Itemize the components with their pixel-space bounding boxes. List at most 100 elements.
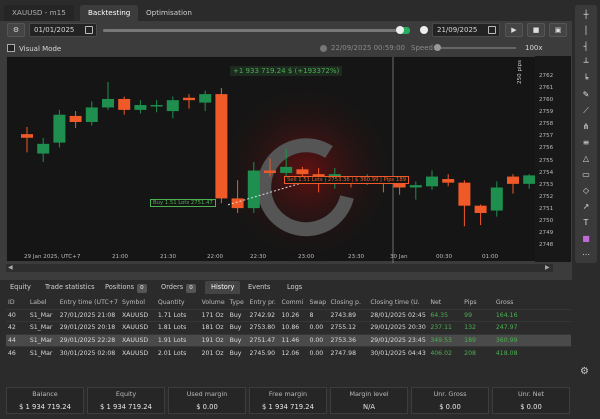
crosshair-tool-icon[interactable]: ┼ — [579, 8, 593, 22]
table-cell: 2753.36 — [328, 333, 369, 347]
tab-equity[interactable]: Equity — [4, 281, 37, 294]
positions-count-badge: 0 — [137, 284, 147, 293]
table-cell: 11.46 — [279, 333, 308, 347]
speed-slider[interactable] — [436, 47, 516, 49]
stop-button[interactable]: ■ — [527, 23, 545, 37]
arrow-tool-icon[interactable]: ↗ — [579, 200, 593, 214]
column-header[interactable]: Gross — [494, 297, 571, 309]
tab-events[interactable]: Events — [242, 281, 276, 294]
buy-trade-label: Buy 1.51 Lots 2751.47 — [150, 199, 216, 207]
column-header[interactable]: Commi — [280, 297, 308, 309]
rectangle-tool-icon[interactable]: ▭ — [579, 168, 593, 182]
vertical-line-tool-icon[interactable]: │ — [579, 24, 593, 38]
tab-label: Orders — [161, 283, 184, 291]
column-header[interactable]: Type — [228, 297, 248, 309]
tab-logs[interactable]: Logs — [281, 281, 308, 294]
table-cell: 2753.80 — [247, 321, 280, 334]
column-header[interactable]: Pips — [462, 297, 494, 309]
table-row[interactable]: 46 S1_Mar 30/01/2025 02:08 XAUUSD 2.01 Lots 2… — [6, 346, 571, 359]
table-cell: S1_Mar — [27, 346, 58, 359]
ray-tool-icon[interactable]: ╘ — [579, 72, 593, 86]
table-cell: 42 — [6, 321, 28, 334]
y-tick-label: 2761 — [539, 84, 554, 91]
column-header[interactable]: Closing time (U. — [368, 297, 428, 309]
table-row[interactable]: 44 S1_Mar 29/01/2025 22:28 XAUUSD 1.91 Lots 1… — [6, 333, 571, 347]
timeline-end-handle[interactable] — [420, 26, 428, 34]
column-header[interactable]: Quantity — [156, 297, 200, 309]
table-cell: Buy — [227, 333, 248, 347]
table-cell: 201 Oz — [199, 346, 228, 359]
save-button[interactable]: ▣ — [549, 23, 567, 37]
end-date-field[interactable]: 21/09/2025 — [432, 23, 500, 37]
line-segment-tool-icon[interactable]: ┴ — [579, 56, 593, 70]
table-cell: 10.86 — [279, 321, 308, 334]
column-header[interactable]: Closing p. — [328, 297, 368, 309]
column-header[interactable]: Symbol — [120, 297, 156, 309]
speed-handle[interactable] — [434, 44, 441, 51]
candle-body — [507, 176, 519, 184]
chart-scrollbar[interactable] — [6, 264, 553, 272]
table-cell: 1.71 Lots — [155, 308, 200, 322]
column-header[interactable]: Label — [28, 297, 58, 309]
table-cell: Buy — [227, 308, 248, 322]
column-header[interactable]: Net — [428, 297, 462, 309]
table-cell: Buy — [227, 321, 248, 334]
timeline-handle[interactable] — [396, 26, 404, 34]
fibonacci-tool-icon[interactable]: ≡ — [579, 136, 593, 150]
scroll-left-icon[interactable]: ◀ — [8, 264, 13, 271]
table-cell: 2745.90 — [247, 346, 280, 359]
triangle-tool-icon[interactable]: △ — [579, 152, 593, 166]
pitchfork-tool-icon[interactable]: ⋔ — [579, 120, 593, 134]
scroll-right-icon[interactable]: ▶ — [545, 264, 550, 271]
summary-unr-gross: Unr. Gross $ 0.00 — [411, 387, 489, 414]
candle-body — [296, 169, 309, 175]
y-tick-label: 2754 — [539, 169, 554, 176]
y-tick-label: 2750 — [539, 218, 554, 225]
table-cell: 28/01/2025 02:45 — [368, 308, 429, 322]
table-settings-icon[interactable]: ⚙ — [580, 366, 589, 377]
column-header[interactable]: Entry time (UTC+7 — [58, 297, 120, 309]
tab-positions[interactable]: Positions 0 — [99, 281, 153, 294]
tab-orders[interactable]: Orders 0 — [155, 281, 202, 294]
table-cell: 0.00 — [307, 321, 329, 334]
ellipse-tool-icon[interactable]: ◇ — [579, 184, 593, 198]
table-cell: XAUUSD — [119, 333, 156, 347]
price-chart[interactable] — [6, 56, 553, 267]
tab-backtesting[interactable]: Backtesting — [80, 5, 139, 21]
more-tools-icon[interactable]: ⋯ — [579, 248, 593, 262]
settings-button[interactable]: ⚙ — [7, 23, 25, 37]
price-axis[interactable]: 2762 2761 2760 2759 2758 2757 2756 2755 2754 2753… — [535, 56, 571, 262]
table-row[interactable]: 40 S1_Mar 27/01/2025 21:08 XAUUSD 1.71 Lots 1… — [6, 308, 571, 322]
pencil-tool-icon[interactable]: ✎ — [579, 88, 593, 102]
tab-optimisation-label: Optimisation — [146, 8, 192, 17]
tab-optimisation[interactable]: Optimisation — [138, 5, 200, 21]
play-button[interactable]: ▶ — [505, 23, 523, 37]
visual-mode-label: Visual Mode — [19, 45, 62, 53]
x-tick-label: 23:30 — [348, 254, 365, 260]
text-tool-icon[interactable]: T — [579, 216, 593, 230]
visual-mode-toggle[interactable]: Visual Mode — [7, 44, 61, 53]
x-tick-label: 29 Jan 2025, UTC+7 — [24, 254, 81, 260]
y-tick-label: 2759 — [539, 109, 554, 116]
table-cell: 2.01 Lots — [155, 346, 200, 359]
column-header[interactable]: Swap — [307, 297, 328, 309]
table-row[interactable]: 42 S1_Mar 29/01/2025 20:18 XAUUSD 1.81 Lots 1… — [6, 321, 571, 334]
tab-label: Trade statistics — [45, 283, 95, 291]
start-date-field[interactable]: 01/01/2025 — [29, 23, 97, 37]
timeline-track[interactable] — [103, 29, 398, 32]
column-header[interactable]: Entry pr. — [248, 297, 280, 309]
tab-history[interactable]: History — [205, 281, 241, 294]
table-cell: 0.00 — [307, 346, 329, 359]
color-tool-icon[interactable]: ■ — [579, 232, 593, 246]
symbol-tab[interactable]: XAUUSD - m15 — [4, 5, 74, 21]
channel-tool-icon[interactable]: ⟋ — [579, 104, 593, 118]
candle-body — [442, 179, 455, 183]
column-header[interactable]: ID — [6, 297, 28, 309]
tab-label: Logs — [287, 283, 303, 291]
column-header[interactable]: Volume — [200, 297, 228, 309]
tab-trade-statistics[interactable]: Trade statistics — [39, 281, 101, 294]
y-tick-label: 2760 — [539, 96, 554, 103]
table-cell: 189 — [462, 333, 494, 347]
table-cell: 10.26 — [279, 308, 308, 322]
horizontal-line-tool-icon[interactable]: ┤ — [579, 40, 593, 54]
